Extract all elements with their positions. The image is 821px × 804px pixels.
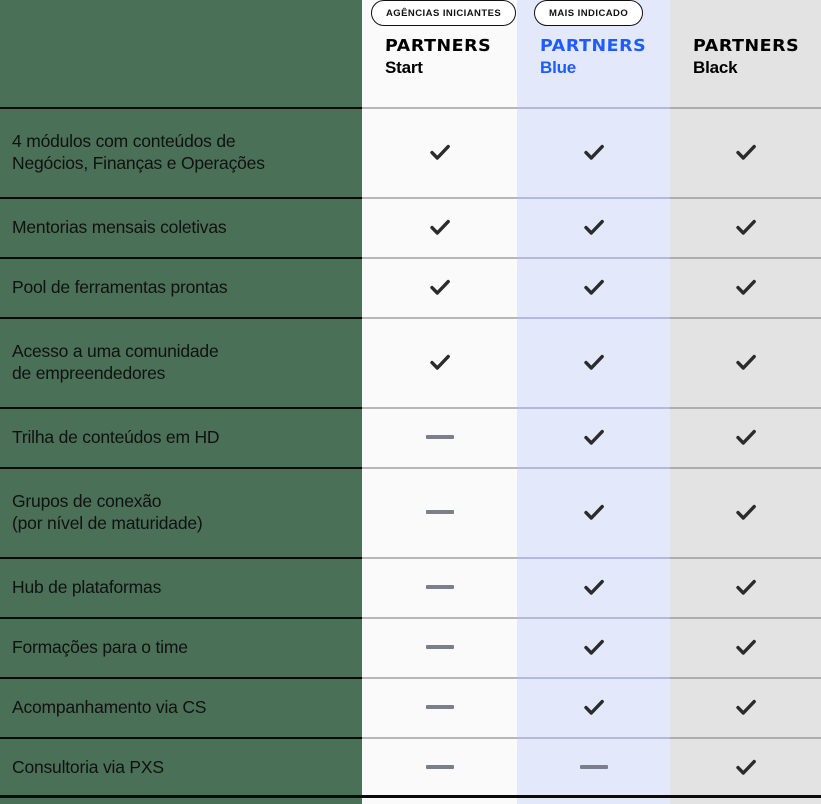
feature-label: Consultoria via PXS [0, 737, 362, 797]
plan-tier-black: Black [693, 57, 738, 77]
check-icon [670, 677, 821, 737]
partners-wordmark-black: PARTNERS [692, 36, 800, 55]
plan-comparison-table: AGÊNCIAS INICIANTES MAIS INDICADO PARTNE… [0, 0, 821, 804]
plan-tier-blue: Blue [540, 57, 577, 77]
table-bottom-rule [0, 795, 821, 798]
check-icon [670, 737, 821, 797]
dash-icon [362, 467, 517, 557]
comparison-grid: PARTNERS Start PARTNERS Blue PARTNERS Black 4 … [0, 0, 821, 797]
check-icon [362, 197, 517, 257]
dash-icon [362, 737, 517, 797]
dash-icon [517, 737, 670, 797]
feature-label: Grupos de conexão (por nível de maturidad… [0, 467, 362, 557]
dash-icon [362, 407, 517, 467]
feature-label: Formações para o time [0, 617, 362, 677]
plan-tier-start: Start [385, 57, 423, 77]
feature-label: Trilha de conteúdos em HD [0, 407, 362, 467]
check-icon [670, 197, 821, 257]
feature-label: Acompanhamento via CS [0, 677, 362, 737]
check-icon [670, 557, 821, 617]
check-icon [362, 317, 517, 407]
check-icon [670, 617, 821, 677]
feature-label: 4 módulos com conteúdos de Negócios, Fina… [0, 107, 362, 197]
check-icon [670, 257, 821, 317]
check-icon [670, 407, 821, 467]
check-icon [517, 317, 670, 407]
check-icon [362, 107, 517, 197]
check-icon [517, 257, 670, 317]
feature-label: Acesso a uma comunidade de empreendedores [0, 317, 362, 407]
header-spacer [0, 0, 362, 107]
check-icon [670, 467, 821, 557]
dash-icon [362, 677, 517, 737]
plan-header-black: PARTNERS Black [670, 0, 821, 107]
check-icon [517, 407, 670, 467]
feature-label: Pool de ferramentas prontas [0, 257, 362, 317]
check-icon [517, 107, 670, 197]
check-icon [517, 197, 670, 257]
feature-label: Mentorias mensais coletivas [0, 197, 362, 257]
dash-icon [362, 617, 517, 677]
partners-wordmark-start: PARTNERS [384, 36, 492, 55]
check-icon [517, 467, 670, 557]
check-icon [670, 107, 821, 197]
badge-mais-indicado: MAIS INDICADO [534, 0, 644, 26]
check-icon [517, 677, 670, 737]
partners-wordmark-blue: PARTNERS [539, 36, 647, 55]
feature-label: Hub de plataformas [0, 557, 362, 617]
badge-agencias-iniciantes: AGÊNCIAS INICIANTES [371, 0, 517, 26]
dash-icon [362, 557, 517, 617]
check-icon [670, 317, 821, 407]
check-icon [517, 557, 670, 617]
check-icon [362, 257, 517, 317]
check-icon [517, 617, 670, 677]
